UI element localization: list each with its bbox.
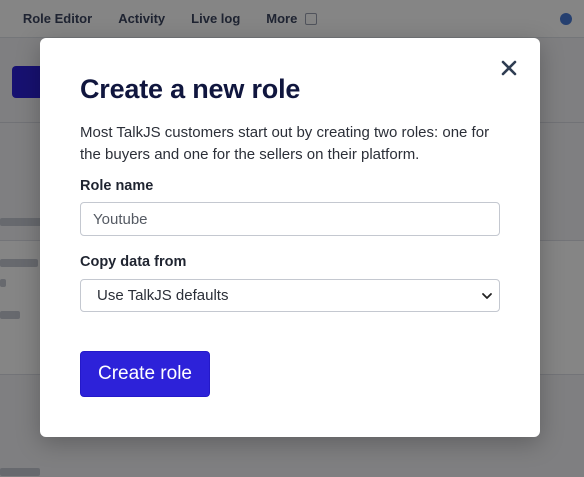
close-icon (501, 60, 517, 76)
create-role-button[interactable]: Create role (80, 351, 210, 397)
dialog-title: Create a new role (80, 74, 301, 104)
role-name-input[interactable] (80, 202, 500, 236)
role-name-label: Role name (80, 178, 154, 194)
copy-data-selected-value: Use TalkJS defaults (97, 287, 229, 304)
create-role-dialog: Create a new role Most TalkJS customers … (40, 38, 540, 437)
copy-data-label: Copy data from (80, 254, 187, 270)
chevron-down-icon (482, 293, 492, 299)
close-button[interactable] (498, 57, 520, 79)
copy-data-select[interactable]: Use TalkJS defaults (80, 279, 500, 312)
dialog-description: Most TalkJS customers start out by creat… (80, 124, 490, 163)
